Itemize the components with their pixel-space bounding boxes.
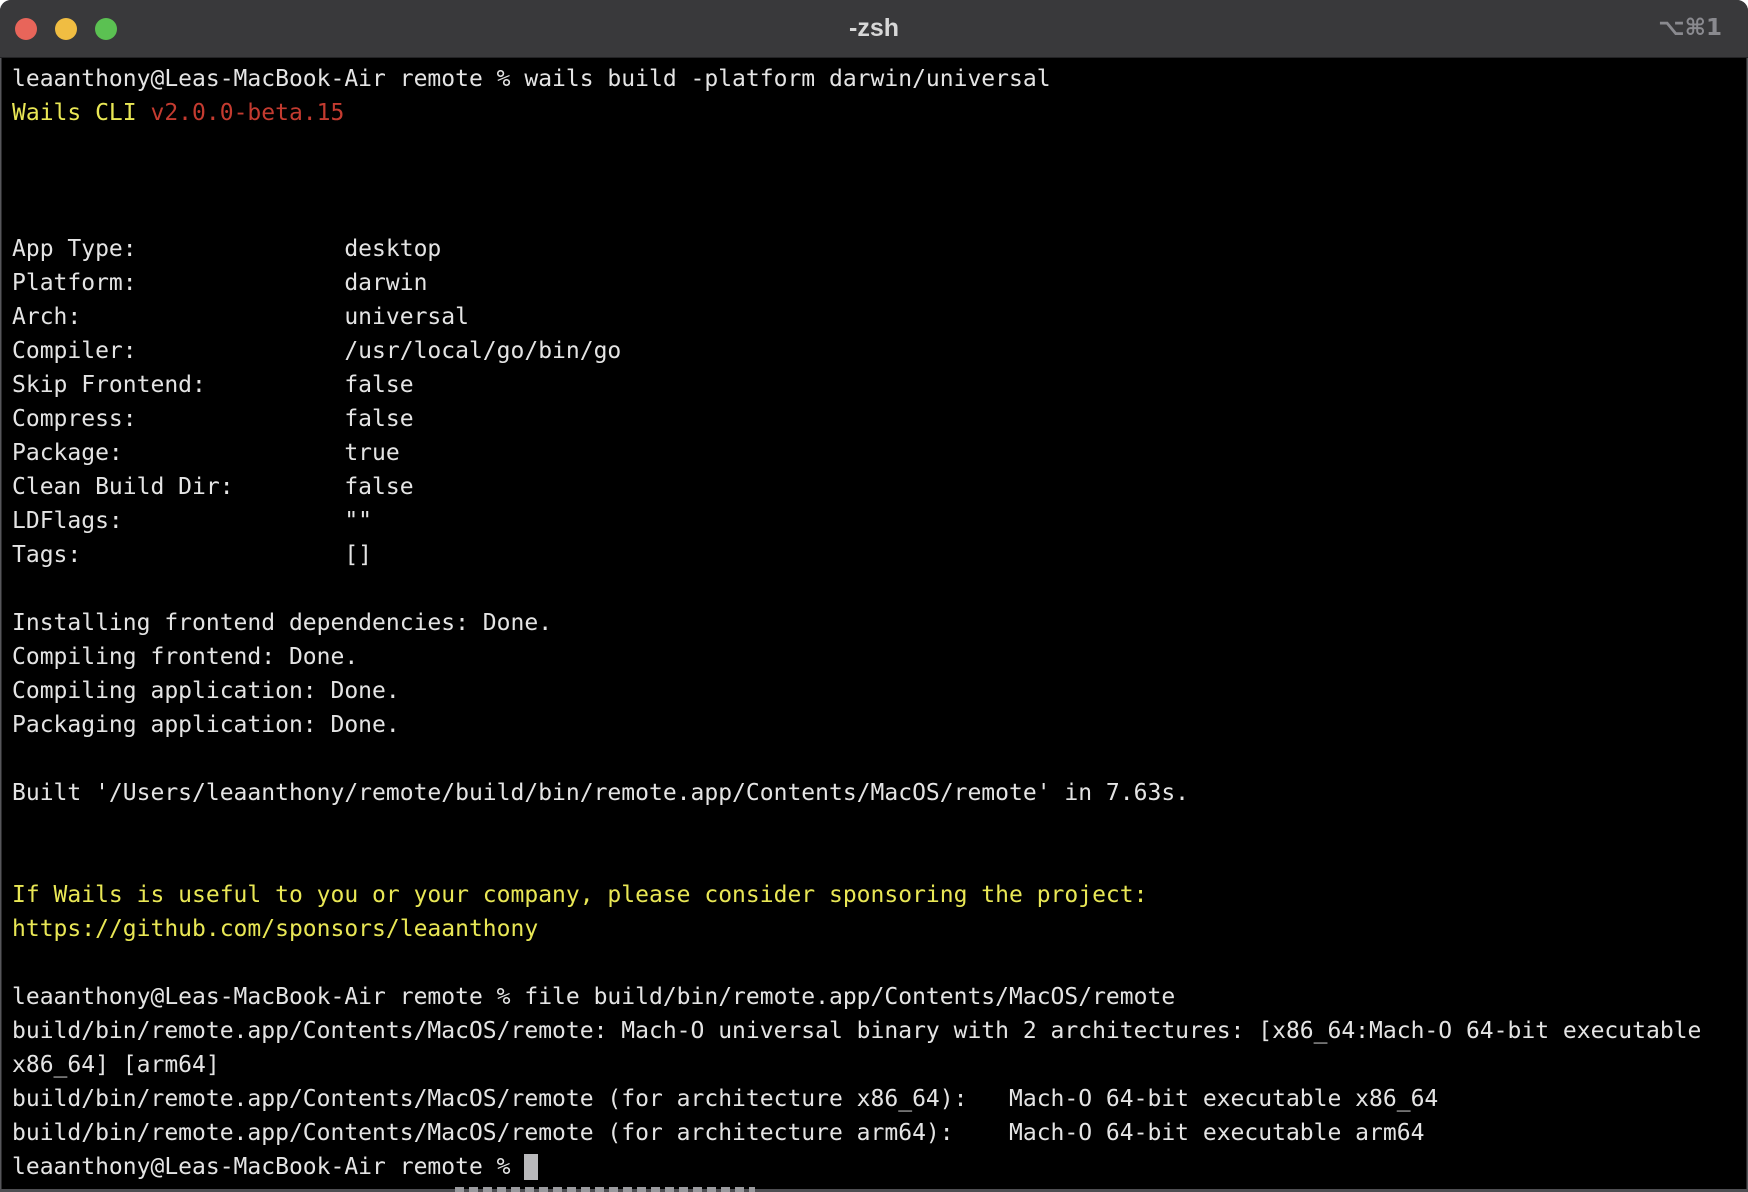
terminal-line: leaanthony@Leas-MacBook-Air remote % wai… bbox=[12, 62, 1736, 96]
terminal-line: Wails CLI v2.0.0-beta.15 bbox=[12, 96, 1736, 130]
text-segment: Installing frontend dependencies: Done. bbox=[12, 610, 552, 636]
terminal-line bbox=[12, 844, 1736, 878]
terminal-line: Skip Frontend: false bbox=[12, 368, 1736, 402]
text-segment: Platform: darwin bbox=[12, 270, 427, 296]
terminal-line: leaanthony@Leas-MacBook-Air remote % bbox=[12, 1150, 1736, 1184]
terminal-line bbox=[12, 572, 1736, 606]
text-segment: Package: true bbox=[12, 440, 400, 466]
terminal-line: leaanthony@Leas-MacBook-Air remote % fil… bbox=[12, 980, 1736, 1014]
text-segment: Tags: [] bbox=[12, 542, 372, 568]
text-segment: App Type: desktop bbox=[12, 236, 441, 262]
text-segment: Wails CLI bbox=[12, 100, 150, 126]
terminal-line: Package: true bbox=[12, 436, 1736, 470]
terminal-line bbox=[12, 198, 1736, 232]
terminal-line: App Type: desktop bbox=[12, 232, 1736, 266]
terminal-line: Installing frontend dependencies: Done. bbox=[12, 606, 1736, 640]
text-segment: Skip Frontend: false bbox=[12, 372, 414, 398]
terminal-line: x86_64] [arm64] bbox=[12, 1048, 1736, 1082]
clipped-text-sliver bbox=[455, 1187, 755, 1192]
terminal-line bbox=[12, 810, 1736, 844]
terminal-line: https://github.com/sponsors/leaanthony bbox=[12, 912, 1736, 946]
text-segment: build/bin/remote.app/Contents/MacOS/remo… bbox=[12, 1018, 1701, 1044]
text-segment: Compress: false bbox=[12, 406, 414, 432]
terminal-line: LDFlags: "" bbox=[12, 504, 1736, 538]
terminal-line bbox=[12, 164, 1736, 198]
text-segment: v2.0.0-beta.15 bbox=[150, 100, 344, 126]
terminal-line: Built '/Users/leaanthony/remote/build/bi… bbox=[12, 776, 1736, 810]
text-segment: If Wails is useful to you or your compan… bbox=[12, 882, 1147, 908]
text-segment: leaanthony@Leas-MacBook-Air remote % wai… bbox=[12, 66, 1051, 92]
terminal-line: Tags: [] bbox=[12, 538, 1736, 572]
terminal-line: build/bin/remote.app/Contents/MacOS/remo… bbox=[12, 1116, 1736, 1150]
terminal-line: Clean Build Dir: false bbox=[12, 470, 1736, 504]
terminal-line: Arch: universal bbox=[12, 300, 1736, 334]
text-segment: build/bin/remote.app/Contents/MacOS/remo… bbox=[12, 1120, 1424, 1146]
text-segment: Arch: universal bbox=[12, 304, 469, 330]
terminal-line bbox=[12, 742, 1736, 776]
terminal-line: If Wails is useful to you or your compan… bbox=[12, 878, 1736, 912]
text-segment: Compiler: /usr/local/go/bin/go bbox=[12, 338, 621, 364]
window-shortcut-badge: ⌥⌘1 bbox=[1658, 0, 1722, 57]
text-segment: Clean Build Dir: false bbox=[12, 474, 414, 500]
text-segment: build/bin/remote.app/Contents/MacOS/remo… bbox=[12, 1086, 1438, 1112]
titlebar[interactable]: -zsh ⌥⌘1 bbox=[0, 0, 1748, 58]
terminal-line: build/bin/remote.app/Contents/MacOS/remo… bbox=[12, 1082, 1736, 1116]
terminal-line bbox=[12, 946, 1736, 980]
terminal-line: Compiling application: Done. bbox=[12, 674, 1736, 708]
terminal-output: leaanthony@Leas-MacBook-Air remote % wai… bbox=[12, 62, 1736, 1184]
text-segment: Compiling frontend: Done. bbox=[12, 644, 358, 670]
terminal-line: build/bin/remote.app/Contents/MacOS/remo… bbox=[12, 1014, 1736, 1048]
text-segment: leaanthony@Leas-MacBook-Air remote % fil… bbox=[12, 984, 1175, 1010]
terminal-line: Compiling frontend: Done. bbox=[12, 640, 1736, 674]
terminal-line: Platform: darwin bbox=[12, 266, 1736, 300]
window-title: -zsh bbox=[0, 0, 1748, 57]
text-segment: x86_64] [arm64] bbox=[12, 1052, 220, 1078]
terminal-line: Packaging application: Done. bbox=[12, 708, 1736, 742]
text-segment: Built '/Users/leaanthony/remote/build/bi… bbox=[12, 780, 1189, 806]
terminal-line: Compress: false bbox=[12, 402, 1736, 436]
text-segment: Packaging application: Done. bbox=[12, 712, 400, 738]
text-segment: https://github.com/sponsors/leaanthony bbox=[12, 916, 538, 942]
terminal-window: -zsh ⌥⌘1 leaanthony@Leas-MacBook-Air rem… bbox=[0, 0, 1748, 1192]
terminal-line: Compiler: /usr/local/go/bin/go bbox=[12, 334, 1736, 368]
text-segment: LDFlags: "" bbox=[12, 508, 372, 534]
text-segment: Compiling application: Done. bbox=[12, 678, 400, 704]
terminal-line bbox=[12, 130, 1736, 164]
cursor-block bbox=[524, 1154, 538, 1180]
terminal-screen[interactable]: leaanthony@Leas-MacBook-Air remote % wai… bbox=[0, 58, 1748, 1192]
text-segment: leaanthony@Leas-MacBook-Air remote % bbox=[12, 1154, 524, 1180]
